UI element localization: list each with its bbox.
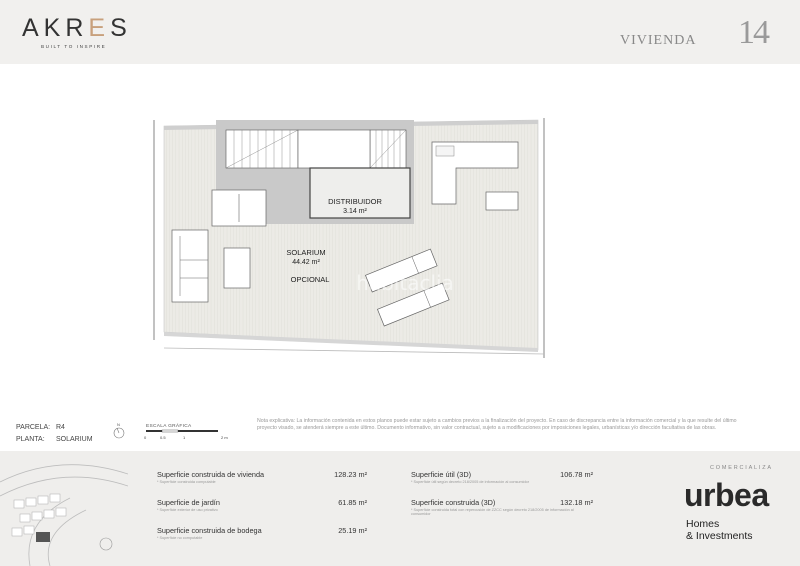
surface-row: Superficie de jardín * Superficie exteri… [157,498,367,526]
urbea-tagline-line2: & Investments [686,530,753,542]
solarium-optional-note: OPCIONAL [291,275,330,284]
floor-plan: DISTRIBUIDOR 3.14 m² SOLARIUM 44.42 m² O… [153,118,545,358]
urbea-logo: urbea [684,477,769,513]
surface-row: Superficie construida de vivienda * Supe… [157,470,367,498]
parcela-label: PARCELA: [16,424,51,431]
surface-value: 128.23 m² [334,470,367,479]
planta-value: SOLARIUM [56,436,93,443]
graphic-scale: 0 0.5 1 2 m [144,429,228,440]
surface-value: 61.85 m² [338,498,367,507]
coffee-table [223,247,251,289]
logo-tagline: BUILT TO INSPIRE [41,44,107,49]
surface-label: Superficie construida de bodega [157,526,262,535]
parcela-value: R4 [56,424,65,431]
logo-prefix: AKR [22,14,89,42]
surface-sub: * Superficie no computable [157,536,203,540]
surface-sub: * Superficie construida computable [157,480,216,484]
surface-row: Superficie útil (3D) * Superficie útil s… [411,470,593,498]
planta-label: PLANTA: [16,436,45,443]
highlighted-unit [36,532,50,542]
surface-row: Superficie construida de bodega * Superf… [157,526,367,554]
solarium-label: SOLARIUM [286,248,325,257]
surface-value: 25.19 m² [338,526,367,535]
surfaces-table-right: Superficie útil (3D) * Superficie útil s… [411,470,593,526]
marketer-label: COMERCIALIZA [710,465,773,471]
surface-row: Superficie construida (3D) * Superficie … [411,498,593,526]
surface-label: Superficie de jardín [157,498,220,507]
distribuidor-label: DISTRIBUIDOR [328,197,382,206]
surfaces-table-left: Superficie construida de vivienda * Supe… [157,470,367,554]
logo-suffix: S [110,14,132,42]
north-compass-icon: N [113,422,125,439]
site-key-plan [0,464,128,566]
surface-value: 106.78 m² [560,470,593,479]
scale-tick-1: 1 [183,435,186,440]
scale-tick-05: 0.5 [160,435,166,440]
header: AKRES BUILT TO INSPIRE VIVIENDA 14 [0,0,800,64]
habitaclia-watermark: habitaclia [356,271,454,295]
key-plan-compass-icon [99,537,113,551]
surface-sub: * Superficie construida total con reperc… [411,508,574,516]
surface-sub: * Superficie exterior de uso privativo [157,508,218,512]
plan-info: PARCELA: R4 PLANTA: SOLARIUM [16,422,93,446]
unit-number: 14 [738,14,770,51]
property-type-label: VIVIENDA [620,33,697,48]
surface-value: 132.18 m² [560,498,593,507]
solarium-area: 44.42 m² [292,259,320,266]
akres-logo: AKRES [22,14,132,43]
side-table [485,191,519,211]
scale-tick-2: 2 m [221,435,228,440]
distribuidor-area: 3.14 m² [343,208,367,215]
surface-sub: * Superficie útil según decreto 218/2005… [411,480,529,484]
scale-tick-0: 0 [144,435,147,440]
sofa-left [171,229,209,303]
legal-note: Nota explicativa: La información conteni… [257,418,737,432]
north-label: N [117,422,120,427]
stair-landing [297,129,371,169]
urbea-tagline: Homes & Investments [686,518,753,542]
logo-highlight: E [88,14,111,42]
urbea-tagline-line1: Homes [686,518,720,530]
